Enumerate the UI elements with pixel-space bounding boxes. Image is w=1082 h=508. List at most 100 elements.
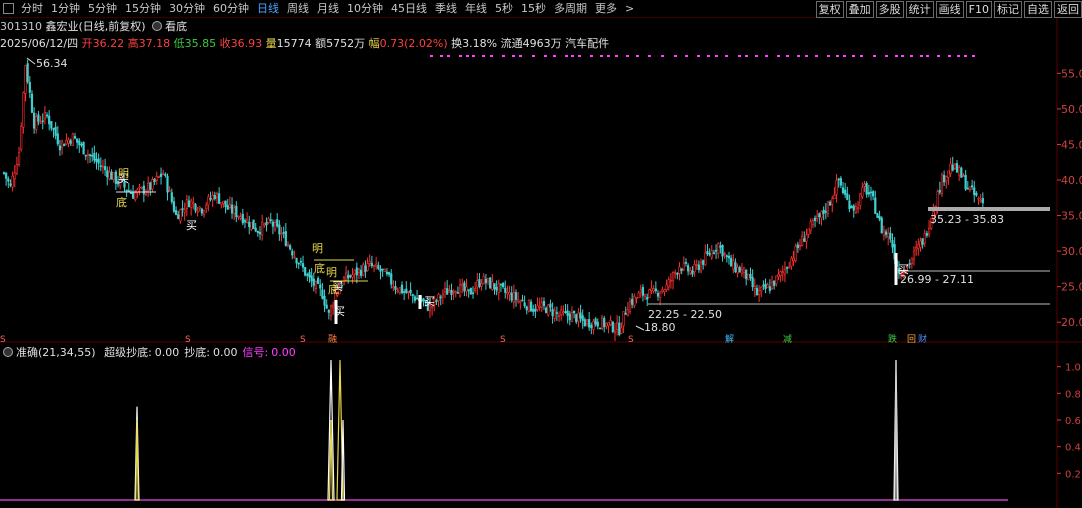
period-tab-15[interactable]: 多周期 xyxy=(550,0,591,17)
candle-body xyxy=(747,273,750,281)
toolbar-button-8[interactable]: 返回 xyxy=(1054,1,1082,18)
buy-label-5: 买 xyxy=(332,280,343,293)
signal-dot xyxy=(805,55,808,57)
candle-body xyxy=(265,222,268,226)
candle-body xyxy=(626,309,629,317)
candle-body xyxy=(749,273,752,279)
candle-body xyxy=(628,301,632,313)
candle-body xyxy=(456,292,460,294)
more-arrow-icon[interactable]: > xyxy=(621,0,638,17)
period-tab-5[interactable]: 60分钟 xyxy=(209,0,253,17)
toolbar-button-1[interactable]: 叠加 xyxy=(845,1,874,18)
toolbar-button-7[interactable]: 自选 xyxy=(1024,1,1052,18)
candle-body xyxy=(721,245,724,257)
toolbar-button-6[interactable]: 标记 xyxy=(994,1,1022,18)
candle-body xyxy=(882,230,885,236)
indicator-name[interactable]: 准确(21,34,55) xyxy=(16,346,96,359)
candle-body xyxy=(540,302,543,308)
period-tab-2[interactable]: 5分钟 xyxy=(84,0,121,17)
candle-body xyxy=(820,211,823,219)
period-tab-13[interactable]: 5秒 xyxy=(491,0,517,17)
signal-dot xyxy=(843,55,846,57)
period-tab-3[interactable]: 15分钟 xyxy=(121,0,165,17)
candle-body xyxy=(564,311,567,313)
candle-body xyxy=(463,282,466,292)
low-label: 低 xyxy=(173,37,185,50)
toolbar-button-3[interactable]: 统计 xyxy=(905,1,934,18)
period-tab-8[interactable]: 月线 xyxy=(313,0,343,17)
event-marker-3: 融 xyxy=(328,334,337,345)
sector-label[interactable]: 汽车配件 xyxy=(565,37,609,50)
candle-body xyxy=(428,305,432,311)
toolbar-button-0[interactable]: 复权 xyxy=(815,1,844,18)
signal-dot xyxy=(459,55,462,57)
candle-body xyxy=(527,299,531,312)
candle-body xyxy=(846,193,849,200)
candle-body xyxy=(542,301,546,307)
period-tab-16[interactable]: 更多 xyxy=(591,0,621,17)
candle-body xyxy=(502,283,505,288)
period-tab-12[interactable]: 年线 xyxy=(461,0,491,17)
candle-body xyxy=(349,275,352,278)
signal-dot xyxy=(895,55,898,57)
indicator-toggle-icon[interactable] xyxy=(3,347,13,357)
view-toggle-icon[interactable] xyxy=(152,21,163,31)
buy-label-2: 买 xyxy=(334,305,345,318)
period-tab-9[interactable]: 10分钟 xyxy=(343,0,387,17)
toolbar-button-4[interactable]: 画线 xyxy=(935,1,964,18)
candle-body xyxy=(525,306,528,311)
candle-body xyxy=(829,201,832,206)
signal-dot xyxy=(440,55,443,57)
candle-body xyxy=(299,260,302,263)
period-tab-0[interactable]: 分时 xyxy=(17,0,47,17)
candle-body xyxy=(536,305,539,310)
candle-body xyxy=(316,278,320,284)
candle-body xyxy=(622,311,625,327)
candle-body xyxy=(347,274,350,279)
candle-body xyxy=(736,267,739,274)
candle-body xyxy=(196,210,199,213)
signal-dot xyxy=(565,55,568,57)
period-tab-10[interactable]: 45日线 xyxy=(387,0,431,17)
candle-body xyxy=(835,180,838,195)
period-tab-11[interactable]: 季线 xyxy=(431,0,461,17)
candle-body xyxy=(63,143,66,147)
candle-body xyxy=(357,268,361,273)
candle-body xyxy=(207,196,210,206)
peak-pointer xyxy=(26,57,36,65)
candle-body xyxy=(235,205,238,218)
menu-icon[interactable] xyxy=(3,3,14,14)
toolbar-button-2[interactable]: 多股 xyxy=(875,1,904,18)
period-tab-1[interactable]: 1分钟 xyxy=(47,0,84,17)
candle-body xyxy=(884,231,888,235)
signal-dot xyxy=(957,55,960,57)
candle-body xyxy=(777,273,780,278)
candle-body xyxy=(979,199,982,202)
period-tabs: 分时 1分钟 5分钟 15分钟 30分钟 60分钟 日线 周线 月线 10分钟 45日线 季线 年线 5秒… xyxy=(0,0,638,17)
period-tab-6[interactable]: 日线 xyxy=(253,0,283,17)
candle-body xyxy=(159,173,163,177)
view-label[interactable]: 看底 xyxy=(165,20,187,33)
candle-body xyxy=(342,277,346,285)
candle-body xyxy=(162,173,165,175)
candle-body xyxy=(553,310,556,319)
toolbar-button-5[interactable]: F10 xyxy=(965,1,992,18)
signal-dot xyxy=(786,55,789,57)
stock-mode[interactable]: (日线,前复权) xyxy=(79,20,146,33)
signal-dot xyxy=(885,55,888,57)
signal-dot xyxy=(636,55,639,57)
candle-body xyxy=(467,289,470,291)
candle-body xyxy=(730,257,733,267)
candle-body xyxy=(304,267,307,276)
candle-body xyxy=(816,215,819,219)
kline-chart[interactable]: 55.00 50.00 45.00 40.00 35.00 30.00 25.00 20.00… xyxy=(0,0,1082,508)
period-tab-14[interactable]: 15秒 xyxy=(517,0,550,17)
period-tab-4[interactable]: 30分钟 xyxy=(165,0,209,17)
candle-body xyxy=(261,221,264,236)
candle-body xyxy=(822,209,825,214)
candle-body xyxy=(755,287,759,296)
candle-body xyxy=(633,296,636,306)
candle-body xyxy=(179,209,182,222)
period-tab-7[interactable]: 周线 xyxy=(283,0,313,17)
candle-body xyxy=(775,275,778,285)
